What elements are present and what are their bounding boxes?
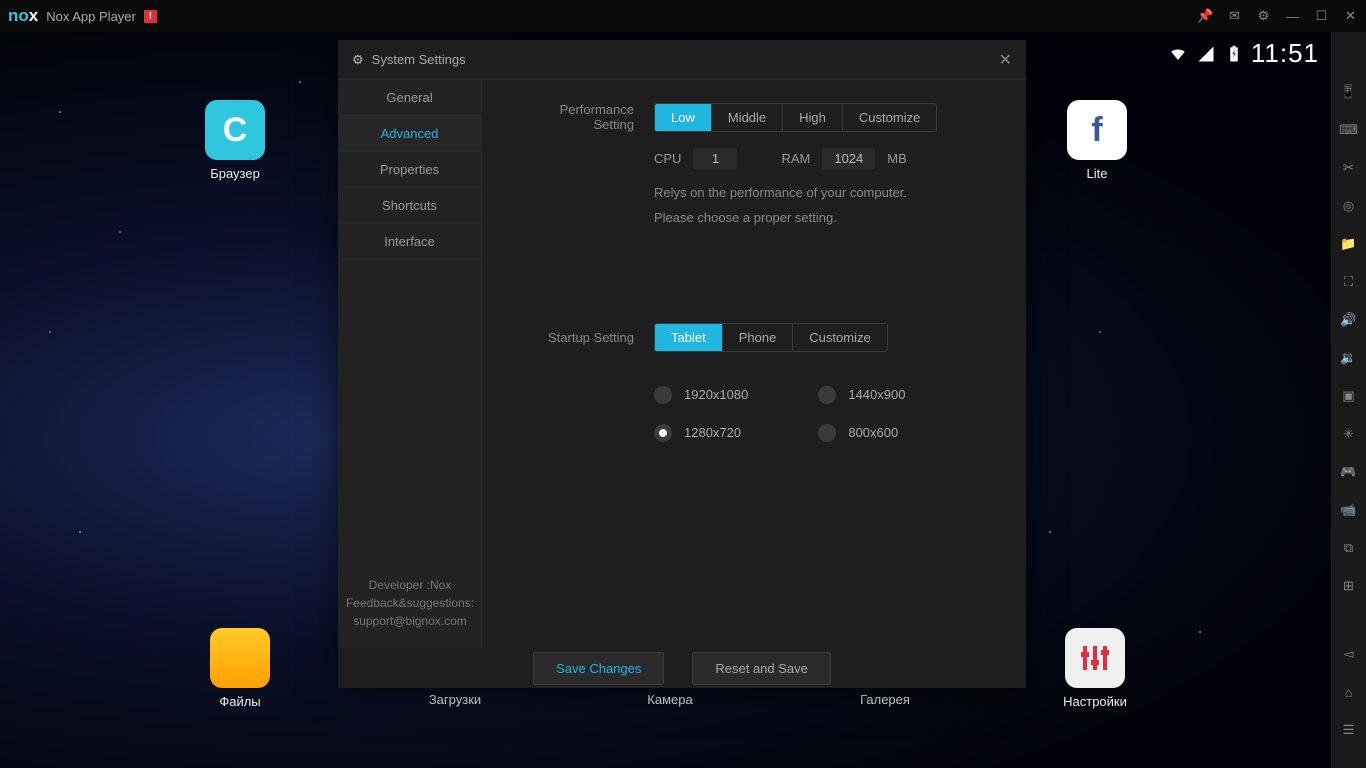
- performance-row: Performance Setting LowMiddleHighCustomi…: [516, 102, 992, 132]
- gear-icon[interactable]: ⚙: [1256, 9, 1271, 24]
- app-downloads[interactable]: Загрузки: [410, 692, 500, 707]
- developer-line: Developer :Nox: [344, 576, 476, 594]
- volume-up-icon[interactable]: 🔊: [1339, 310, 1359, 330]
- resolution-label: 1440x900: [848, 387, 905, 402]
- home-icon[interactable]: ⌂: [1339, 682, 1359, 702]
- resolution-label: 1920x1080: [684, 387, 748, 402]
- settings-titlebar: ⚙ System Settings ✕: [338, 40, 1026, 80]
- close-icon[interactable]: ✕: [999, 50, 1012, 70]
- perf-option-low[interactable]: Low: [655, 104, 712, 131]
- support-email: support@bignox.com: [344, 612, 476, 630]
- tab-properties[interactable]: Properties: [338, 152, 481, 188]
- rotate-icon[interactable]: 📱: [1339, 82, 1359, 102]
- settings-window: ⚙ System Settings ✕ GeneralAdvancedPrope…: [338, 40, 1026, 688]
- titlebar-controls: 📌 ✉ ⚙ — ☐ ✕: [1198, 9, 1358, 24]
- perf-option-middle[interactable]: Middle: [712, 104, 783, 131]
- app-label: Браузер: [190, 166, 280, 181]
- resolution-800x600[interactable]: 800x600: [818, 424, 905, 442]
- resolution-label: 800x600: [848, 425, 898, 440]
- shake-icon[interactable]: ✳: [1339, 424, 1359, 444]
- save-button[interactable]: Save Changes: [533, 652, 664, 685]
- add-icon[interactable]: ⊞: [1339, 576, 1359, 596]
- app-label: Lite: [1052, 166, 1142, 181]
- close-icon[interactable]: ✕: [1343, 9, 1358, 24]
- resolution-label: 1280x720: [684, 425, 741, 440]
- alert-badge[interactable]: !: [144, 10, 157, 23]
- performance-help-1: Relys on the performance of your compute…: [654, 183, 992, 204]
- settings-footer: Save Changes Reset and Save: [338, 648, 1026, 688]
- multi-icon[interactable]: ⧉: [1339, 538, 1359, 558]
- performance-help-2: Please choose a proper setting.: [654, 208, 992, 229]
- back-icon[interactable]: ◅: [1339, 644, 1359, 664]
- settings-sidebar: GeneralAdvancedPropertiesShortcutsInterf…: [338, 80, 482, 648]
- resolution-grid: 1920x1080 1280x720 1440x900 800x600: [654, 386, 992, 442]
- logo: nox: [8, 6, 38, 26]
- radio-dot: [654, 386, 672, 404]
- tab-interface[interactable]: Interface: [338, 224, 481, 260]
- android-viewport: 11:51 CБраузерfLiteФайлыЗагрузкиКамераГа…: [0, 32, 1331, 768]
- app-camera[interactable]: Камера: [625, 692, 715, 707]
- ram-label: RAM: [781, 151, 810, 166]
- mail-icon[interactable]: ✉: [1227, 9, 1242, 24]
- perf-option-customize[interactable]: Customize: [843, 104, 936, 131]
- performance-segmented: LowMiddleHighCustomize: [654, 103, 937, 132]
- app-files[interactable]: Файлы: [195, 628, 285, 709]
- resolution-1920x1080[interactable]: 1920x1080: [654, 386, 748, 404]
- radio-dot: [818, 386, 836, 404]
- startup-option-phone[interactable]: Phone: [723, 324, 794, 351]
- maximize-icon[interactable]: ☐: [1314, 9, 1329, 24]
- tab-shortcuts[interactable]: Shortcuts: [338, 188, 481, 224]
- minimize-icon[interactable]: —: [1285, 9, 1300, 24]
- startup-label: Startup Setting: [516, 330, 654, 345]
- pin-icon[interactable]: 📌: [1198, 9, 1213, 24]
- cpu-ram-row: CPU 1 RAM 1024 MB: [654, 148, 992, 169]
- location-icon[interactable]: ◎: [1339, 196, 1359, 216]
- app-browser[interactable]: CБраузер: [190, 100, 280, 181]
- folder-icon[interactable]: 📁: [1339, 234, 1359, 254]
- gear-icon: ⚙: [352, 52, 364, 68]
- perf-option-high[interactable]: High: [783, 104, 843, 131]
- app-settings[interactable]: Настройки: [1050, 628, 1140, 709]
- app-label: Файлы: [195, 694, 285, 709]
- app-lite[interactable]: fLite: [1052, 100, 1142, 181]
- reset-button[interactable]: Reset and Save: [692, 652, 831, 685]
- cpu-label: CPU: [654, 151, 681, 166]
- radio-dot: [654, 424, 672, 442]
- resolution-1440x900[interactable]: 1440x900: [818, 386, 905, 404]
- scissors-icon[interactable]: ✂: [1339, 158, 1359, 178]
- app-label: Настройки: [1050, 694, 1140, 709]
- tab-general[interactable]: General: [338, 80, 481, 116]
- recent-icon[interactable]: ☰: [1339, 720, 1359, 740]
- startup-segmented: TabletPhoneCustomize: [654, 323, 888, 352]
- titlebar: nox Nox App Player ! 📌 ✉ ⚙ — ☐ ✕: [0, 0, 1366, 32]
- startup-option-customize[interactable]: Customize: [793, 324, 886, 351]
- radio-dot: [818, 424, 836, 442]
- feedback-line: Feedback&suggestions:: [344, 594, 476, 612]
- startup-option-tablet[interactable]: Tablet: [655, 324, 723, 351]
- fullscreen-icon[interactable]: ⛶: [1339, 272, 1359, 292]
- app-gallery[interactable]: Галерея: [840, 692, 930, 707]
- app-title: Nox App Player: [46, 9, 136, 24]
- ram-value[interactable]: 1024: [822, 148, 875, 169]
- cpu-value[interactable]: 1: [693, 148, 737, 169]
- performance-label: Performance Setting: [516, 102, 654, 132]
- controller-icon[interactable]: 🎮: [1339, 462, 1359, 482]
- apk-icon[interactable]: ▣: [1339, 386, 1359, 406]
- keyboard-icon[interactable]: ⌨: [1339, 120, 1359, 140]
- app-label: Загрузки: [410, 692, 500, 707]
- volume-down-icon[interactable]: 🔉: [1339, 348, 1359, 368]
- startup-row: Startup Setting TabletPhoneCustomize: [516, 323, 992, 352]
- developer-info: Developer :Nox Feedback&suggestions: sup…: [338, 576, 482, 630]
- resolution-1280x720[interactable]: 1280x720: [654, 424, 748, 442]
- record-icon[interactable]: 📹: [1339, 500, 1359, 520]
- tab-advanced[interactable]: Advanced: [338, 116, 481, 152]
- settings-title: System Settings: [372, 52, 466, 67]
- app-label: Камера: [625, 692, 715, 707]
- app-label: Галерея: [840, 692, 930, 707]
- settings-content: Performance Setting LowMiddleHighCustomi…: [482, 80, 1026, 648]
- right-toolbar: 📱 ⌨ ✂ ◎ 📁 ⛶ 🔊 🔉 ▣ ✳ 🎮 📹 ⧉ ⊞ ◅ ⌂ ☰: [1331, 32, 1366, 768]
- ram-unit: MB: [887, 151, 907, 166]
